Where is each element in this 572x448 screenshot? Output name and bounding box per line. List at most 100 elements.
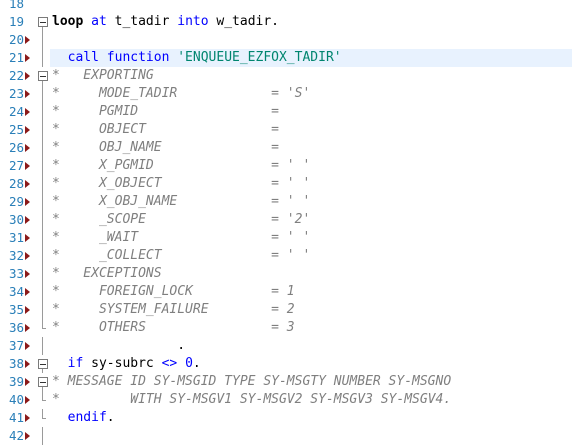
breakpoint-marker-icon[interactable] <box>25 270 30 278</box>
fold-end-tick <box>42 418 46 419</box>
code-token: * _WAIT = ' ' <box>52 230 311 245</box>
code-line[interactable]: 19 loop at t_tadir into w_tadir. <box>0 13 572 31</box>
code-token: t_tadir <box>106 14 178 29</box>
fold-guide <box>42 139 43 157</box>
code-text[interactable]: * _SCOPE = '2' <box>52 211 310 229</box>
code-text[interactable]: * X_PGMID = ' ' <box>52 157 310 175</box>
fold-toggle-icon[interactable] <box>38 377 48 387</box>
code-line[interactable]: 35 * SYSTEM_FAILURE = 2 <box>0 301 572 319</box>
line-number: 19 <box>8 14 24 29</box>
breakpoint-marker-icon[interactable] <box>25 198 30 206</box>
code-line[interactable]: 26 * OBJ_NAME = <box>0 139 572 157</box>
breakpoint-marker-icon[interactable] <box>25 234 30 242</box>
code-text[interactable]: * X_OBJ_NAME = ' ' <box>52 193 310 211</box>
code-line[interactable]: 27 * X_PGMID = ' ' <box>0 157 572 175</box>
code-text[interactable]: * OTHERS = 3 <box>52 319 295 337</box>
code-token: <> <box>161 356 178 371</box>
line-number: 39 <box>8 374 24 389</box>
fold-guide <box>42 103 43 121</box>
line-number: 30 <box>8 212 24 227</box>
code-line[interactable]: 25 * OBJECT = <box>0 121 572 139</box>
code-text[interactable]: loop at t_tadir into w_tadir. <box>52 13 279 31</box>
breakpoint-marker-icon[interactable] <box>25 306 30 314</box>
code-text[interactable]: endif. <box>52 409 115 427</box>
code-line[interactable]: 18 <box>0 0 572 13</box>
code-text[interactable]: * MESSAGE ID SY-MSGID TYPE SY-MSGTY NUMB… <box>52 373 451 391</box>
code-text[interactable]: * OBJ_NAME = <box>52 139 279 157</box>
breakpoint-marker-icon[interactable] <box>25 432 30 440</box>
code-line[interactable]: 42 <box>0 427 572 445</box>
breakpoint-marker-icon[interactable] <box>25 72 30 80</box>
breakpoint-marker-icon[interactable] <box>25 252 30 260</box>
fold-guide <box>42 85 43 103</box>
code-token: * X_PGMID = ' ' <box>52 158 311 173</box>
code-text[interactable]: * WITH SY-MSGV1 SY-MSGV2 SY-MSGV3 SY-MSG… <box>52 391 451 409</box>
code-text[interactable]: * PGMID = <box>52 103 279 121</box>
breakpoint-marker-icon[interactable] <box>25 90 30 98</box>
line-number: 22 <box>8 68 24 83</box>
code-line[interactable]: 38 if sy-subrc <> 0. <box>0 355 572 373</box>
code-text[interactable]: * FOREIGN_LOCK = 1 <box>52 283 295 301</box>
breakpoint-marker-icon[interactable] <box>25 126 30 134</box>
code-text[interactable]: if sy-subrc <> 0. <box>52 355 201 373</box>
code-line[interactable]: 24 * PGMID = <box>0 103 572 121</box>
breakpoint-marker-icon[interactable] <box>25 180 30 188</box>
breakpoint-marker-icon[interactable] <box>25 324 30 332</box>
line-number: 37 <box>8 338 24 353</box>
code-text[interactable]: . <box>52 337 185 355</box>
code-line[interactable]: 40 * WITH SY-MSGV1 SY-MSGV2 SY-MSGV3 SY-M… <box>0 391 572 409</box>
code-token: * MODE_TADIR = 'S' <box>52 86 311 101</box>
code-line[interactable]: 31 * _WAIT = ' ' <box>0 229 572 247</box>
fold-toggle-icon[interactable] <box>38 17 48 27</box>
line-number: 41 <box>8 410 24 425</box>
code-line[interactable]: 41 endif. <box>0 409 572 427</box>
breakpoint-marker-icon[interactable] <box>25 144 30 152</box>
breakpoint-marker-icon[interactable] <box>25 54 30 62</box>
breakpoint-marker-icon[interactable] <box>25 396 30 404</box>
code-line[interactable]: 20 <box>0 31 572 49</box>
code-line[interactable]: 33 * EXCEPTIONS <box>0 265 572 283</box>
breakpoint-marker-icon[interactable] <box>25 36 30 44</box>
breakpoint-marker-icon[interactable] <box>25 378 30 386</box>
code-token: loop <box>52 14 84 29</box>
code-text[interactable]: * _WAIT = ' ' <box>52 229 310 247</box>
breakpoint-marker-icon[interactable] <box>25 360 30 368</box>
line-number: 24 <box>8 104 24 119</box>
code-line[interactable]: 32 * _COLLECT = ' ' <box>0 247 572 265</box>
fold-toggle-icon[interactable] <box>38 359 48 369</box>
code-line[interactable]: 29 * X_OBJ_NAME = ' ' <box>0 193 572 211</box>
code-line[interactable]: 37 . <box>0 337 572 355</box>
code-token: * MESSAGE ID SY-MSGID TYPE SY-MSGTY NUMB… <box>52 374 452 389</box>
code-line[interactable]: 30 * _SCOPE = '2' <box>0 211 572 229</box>
code-token: * EXPORTING <box>52 68 154 83</box>
code-line[interactable]: 36 * OTHERS = 3 <box>0 319 572 337</box>
code-text[interactable]: * EXCEPTIONS <box>52 265 162 283</box>
code-line[interactable]: 22 * EXPORTING <box>0 67 572 85</box>
code-line[interactable]: 28 * X_OBJECT = ' ' <box>0 175 572 193</box>
code-token: . <box>192 356 201 371</box>
code-text[interactable]: * OBJECT = <box>52 121 279 139</box>
code-text[interactable]: * MODE_TADIR = 'S' <box>52 85 310 103</box>
code-line[interactable]: 39 * MESSAGE ID SY-MSGID TYPE SY-MSGTY NU… <box>0 373 572 391</box>
code-text[interactable]: call function 'ENQUEUE_EZFOX_TADIR' <box>52 49 342 67</box>
code-line[interactable]: 34 * FOREIGN_LOCK = 1 <box>0 283 572 301</box>
breakpoint-marker-icon[interactable] <box>25 414 30 422</box>
code-line[interactable]: 21 call function 'ENQUEUE_EZFOX_TADIR' <box>0 49 572 67</box>
breakpoint-marker-icon[interactable] <box>25 162 30 170</box>
breakpoint-marker-icon[interactable] <box>25 216 30 224</box>
breakpoint-marker-icon[interactable] <box>25 288 30 296</box>
code-text[interactable]: * X_OBJECT = ' ' <box>52 175 310 193</box>
fold-toggle-icon[interactable] <box>38 71 48 81</box>
code-text[interactable]: * _COLLECT = ' ' <box>52 247 310 265</box>
breakpoint-marker-icon[interactable] <box>25 108 30 116</box>
code-token: if <box>67 356 84 371</box>
abap-code-editor[interactable]: 18 19 loop at t_tadir into w_tadir. 20 21 ca… <box>0 0 572 448</box>
line-number: 20 <box>8 32 24 47</box>
code-text[interactable]: * EXPORTING <box>52 67 154 85</box>
breakpoint-marker-icon[interactable] <box>25 342 30 350</box>
code-text[interactable]: * SYSTEM_FAILURE = 2 <box>52 301 295 319</box>
code-line[interactable]: 23 * MODE_TADIR = 'S' <box>0 85 572 103</box>
code-token: w_tadir. <box>208 14 280 29</box>
